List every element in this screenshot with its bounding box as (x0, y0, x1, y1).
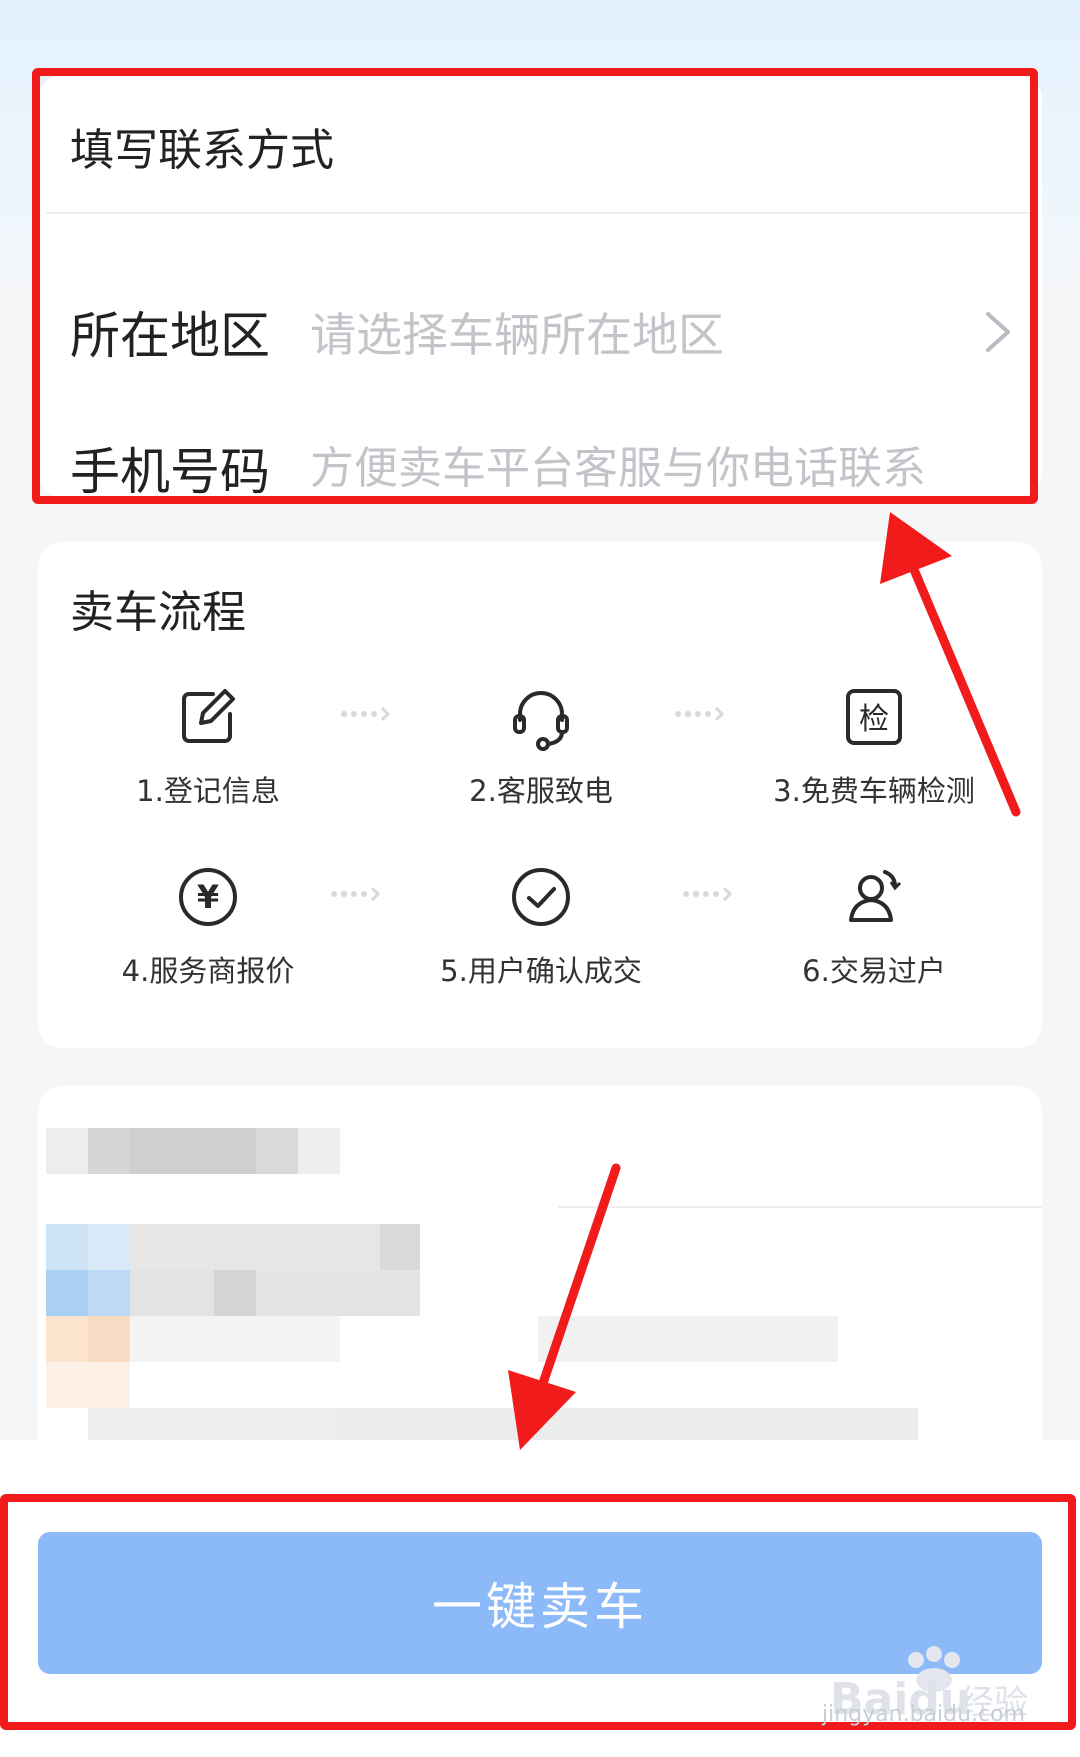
blur-block (46, 1270, 88, 1316)
process-step-label: 2.客服致电 (469, 774, 613, 808)
check-circle-icon (512, 868, 570, 926)
phone-input[interactable] (310, 442, 1018, 494)
process-step-label: 4.服务商报价 (121, 954, 295, 988)
contact-card-title: 填写联系方式 (70, 125, 334, 176)
blur-block (130, 1128, 256, 1174)
process-step-label: 5.用户确认成交 (440, 954, 642, 988)
blur-block (380, 1224, 420, 1270)
process-step-label: 3.免费车辆检测 (773, 774, 975, 808)
process-title: 卖车流程 (70, 587, 246, 638)
divider (46, 212, 1034, 214)
region-row[interactable]: 所在地区 请选择车辆所在地区 (70, 292, 1018, 372)
phone-row: 手机号码 (70, 428, 1018, 508)
blur-block (46, 1316, 88, 1362)
inspect-icon-text: 检 (859, 702, 889, 737)
blur-block (88, 1128, 130, 1174)
process-step-label: 6.交易过户 (802, 954, 946, 988)
chevron-right-icon (986, 312, 1010, 352)
process-step-5: 5.用户确认成交 (411, 862, 671, 990)
blur-block (538, 1316, 838, 1362)
process-step-3: 检 3.免费车辆检测 (744, 682, 1004, 810)
process-step-label: 1.登记信息 (136, 774, 280, 808)
dotted-arrow-icon (683, 886, 733, 902)
blur-block (46, 1128, 88, 1174)
blur-block (88, 1224, 130, 1270)
dotted-arrow-icon (675, 706, 725, 722)
dotted-arrow-icon (341, 706, 391, 722)
user-transfer-icon (849, 870, 902, 922)
process-step-1: 1.登记信息 (78, 682, 338, 810)
blur-block (46, 1224, 88, 1270)
process-step-4: ¥ 4.服务商报价 (78, 862, 338, 990)
blur-block (256, 1270, 420, 1316)
yen-icon: ¥ (179, 868, 237, 926)
region-label: 所在地区 (70, 307, 270, 365)
baidu-watermark-icon: Baidu 经验 (830, 1646, 1028, 1725)
blur-block (558, 1206, 1042, 1208)
blur-block (130, 1270, 214, 1316)
blur-block (88, 1316, 130, 1362)
blur-block (130, 1224, 420, 1270)
headset-icon (513, 691, 569, 751)
region-selector-placeholder[interactable]: 请选择车辆所在地区 (310, 299, 978, 365)
inspect-icon: 检 (846, 689, 902, 745)
blur-block (88, 1270, 130, 1316)
process-step-2: 2.客服致电 (411, 682, 671, 810)
blur-block (130, 1316, 340, 1362)
blur-block (214, 1270, 256, 1316)
process-step-6: 6.交易过户 (744, 862, 1004, 990)
watermark-url: jingyan.baidu.com (822, 1702, 1026, 1727)
blur-block (298, 1128, 340, 1174)
process-card: 卖车流程 1.登记信息 2.客服致电 检 3.免费车辆检测 ¥ 4.服务商报价 … (38, 542, 1042, 1048)
dotted-arrow-icon (331, 886, 381, 902)
edit-icon (182, 689, 235, 743)
blur-block (256, 1128, 298, 1174)
yen-icon-text: ¥ (197, 878, 219, 916)
phone-label: 手机号码 (70, 443, 270, 501)
contact-card: 填写联系方式 所在地区 请选择车辆所在地区 手机号码 (38, 76, 1042, 501)
blur-block (46, 1362, 130, 1408)
